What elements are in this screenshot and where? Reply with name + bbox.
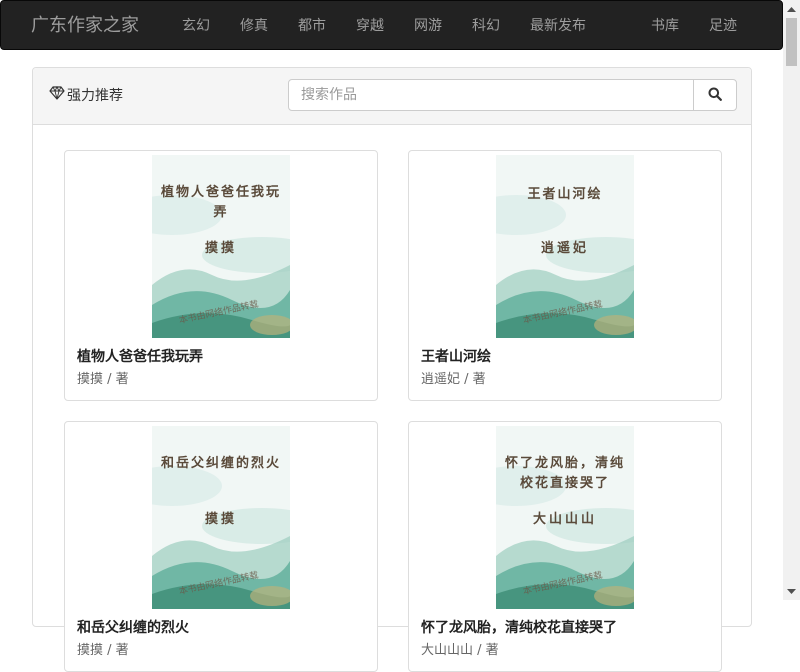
book-title[interactable]: 植物人爸爸任我玩弄 [77,346,203,366]
cover-author-text: 摸摸 [204,512,237,527]
book-cover[interactable]: 植物人爸爸任我玩弄 摸摸 本书由网络作品转载 [152,155,290,338]
search-icon [708,86,722,105]
nav-item-latest[interactable]: 最新发布 [530,1,586,51]
cover-title-text: 王者山河绘 [527,187,603,202]
scroll-up-arrow-icon[interactable] [783,0,800,17]
book-card[interactable]: 和岳父纠缠的烈火 摸摸 本书由网络作品转载 和岳父纠缠的烈火 摸摸 / 著 [64,421,378,672]
nav-item-kehuan[interactable]: 科幻 [472,1,500,51]
nav-item-dushi[interactable]: 都市 [298,1,326,51]
panel-title-text: 强力推荐 [67,88,123,104]
scroll-down-arrow-icon[interactable] [783,583,800,600]
scrollbar-thumb[interactable] [786,18,797,66]
nav-item-chuanyue[interactable]: 穿越 [356,1,384,51]
book-author: 逍遥妃 / 著 [421,372,486,387]
book-author: 摸摸 / 著 [77,372,129,387]
book-card[interactable]: 怀了龙风胎，清纯校花直接哭了 大山山山 本书由网络作品转载 怀了龙风胎，清纯校花… [408,421,722,672]
cover-title-text: 植物人爸爸任我玩弄 [160,185,281,220]
book-title[interactable]: 和岳父纠缠的烈火 [77,617,189,637]
cover-author-text: 摸摸 [204,241,237,256]
book-cover[interactable]: 和岳父纠缠的烈火 摸摸 本书由网络作品转载 [152,426,290,609]
nav-item-xiuzhen[interactable]: 修真 [240,1,268,51]
nav-item-xuanhuan[interactable]: 玄幻 [182,1,210,51]
book-author: 大山山山 / 著 [421,643,499,658]
cover-author-text: 大山山山 [532,512,597,527]
cover-author-text: 逍遥妃 [540,241,589,256]
recommend-panel: 强力推荐 植物人爸爸任我玩弄 摸摸 [32,67,752,672]
cover-title-text: 和岳父纠缠的烈火 [160,456,281,471]
book-cover[interactable]: 王者山河绘 逍遥妃 本书由网络作品转载 [496,155,634,338]
book-title[interactable]: 怀了龙风胎，清纯校花直接哭了 [421,617,617,637]
book-cover[interactable]: 怀了龙风胎，清纯校花直接哭了 大山山山 本书由网络作品转载 [496,426,634,609]
search-input[interactable] [288,79,694,111]
book-card[interactable]: 王者山河绘 逍遥妃 本书由网络作品转载 王者山河绘 逍遥妃 / 著 [408,150,722,401]
site-brand[interactable]: 广东作家之家 [31,1,139,51]
panel-title: 强力推荐 [49,68,123,124]
nav-item-history[interactable]: 足迹 [709,1,737,51]
nav-item-library[interactable]: 书库 [651,1,679,51]
panel-heading: 强力推荐 [33,68,751,125]
top-navbar: 广东作家之家 玄幻 修真 都市 穿越 网游 科幻 最新发布 书库 足迹 [0,0,783,50]
page-scrollbar[interactable] [783,0,800,600]
search-button[interactable] [693,79,737,111]
cover-title-text: 怀了龙风胎，清纯校花直接哭了 [504,456,625,491]
book-title[interactable]: 王者山河绘 [421,346,491,366]
book-card[interactable]: 植物人爸爸任我玩弄 摸摸 本书由网络作品转载 植物人爸爸任我玩弄 摸摸 / 著 [64,150,378,401]
diamond-icon [49,68,67,124]
nav-item-wangyou[interactable]: 网游 [414,1,442,51]
book-author: 摸摸 / 著 [77,643,129,658]
